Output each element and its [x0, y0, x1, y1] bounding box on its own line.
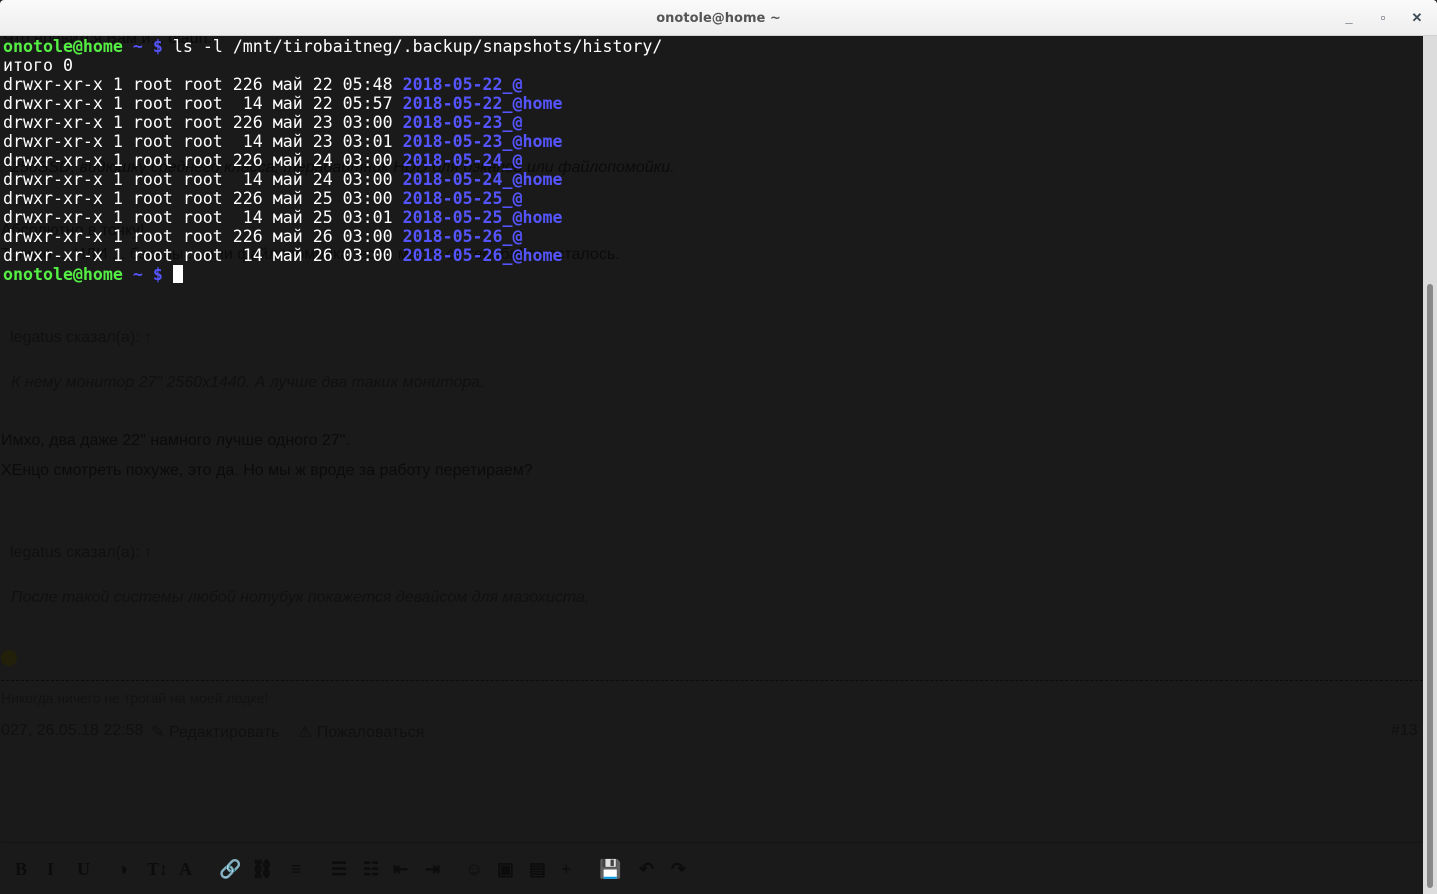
listing-meta: drwxr-xr-x 1 root root 226 май 23 03:00 [3, 113, 393, 132]
prompt-path: ~ $ [132, 37, 163, 56]
listing-row: drwxr-xr-x 1 root root 226 май 26 03:00 … [3, 227, 523, 246]
bg-reply-line: Имхо, два даже 22" намного лучше одного … [1, 432, 350, 449]
bg-quote-author: legatus сказал(а): ↑ [10, 544, 153, 561]
terminal-output: onotole@home ~ $ ls -l /mnt/tirobaitneg/… [3, 37, 662, 284]
directory-name: 2018-05-22_@home [402, 94, 563, 113]
listing-meta: drwxr-xr-x 1 root root 226 май 22 05:48 [3, 75, 393, 94]
editor-toolbar-icon: ▣ [497, 859, 515, 879]
window-title: onotole@home ~ [656, 11, 781, 26]
bg-edit-link: ✎ Редактировать [151, 724, 280, 741]
listing-row: drwxr-xr-x 1 root root 226 май 24 03:00 … [3, 151, 523, 170]
directory-name: 2018-05-25_@home [402, 208, 563, 227]
editor-toolbar-icon: 💾 [599, 859, 622, 879]
listing-meta: drwxr-xr-x 1 root root 14 май 26 03:00 [3, 246, 393, 265]
listing-row: drwxr-xr-x 1 root root 226 май 22 05:48 … [3, 75, 523, 94]
prompt-path: ~ $ [132, 265, 163, 284]
total-line: итого 0 [3, 56, 73, 75]
editor-toolbar-icon: ↷ [671, 859, 687, 879]
editor-toolbar-icon: B [15, 859, 28, 879]
bg-reply-line: ХЕнцо смотреть похуже, это да. Но мы ж в… [1, 462, 533, 479]
prompt-user: onotole@home [3, 265, 123, 284]
signature-divider [1, 680, 1423, 681]
directory-name: 2018-05-25_@ [402, 189, 523, 208]
editor-toolbar-icon: 🔗 [219, 859, 242, 879]
editor-toolbar-icon: ↶ [639, 859, 655, 879]
listing-meta: drwxr-xr-x 1 root root 226 май 24 03:00 [3, 151, 393, 170]
listing-row: drwxr-xr-x 1 root root 14 май 24 03:00 2… [3, 170, 562, 189]
listing-meta: drwxr-xr-x 1 root root 226 май 25 03:00 [3, 189, 393, 208]
editor-toolbar-icon: ▤ [529, 859, 547, 879]
bg-quote-text: К нему монитор 27" 2560x1440. А лучше дв… [11, 374, 485, 391]
editor-toolbar-icon: ⛓ [251, 859, 274, 879]
listing-meta: drwxr-xr-x 1 root root 14 май 25 03:01 [3, 208, 393, 227]
directory-name: 2018-05-24_@ [402, 151, 523, 170]
directory-name: 2018-05-23_@ [402, 113, 523, 132]
listing-row: drwxr-xr-x 1 root root 226 май 23 03:00 … [3, 113, 523, 132]
scrollbar-thumb[interactable] [1427, 284, 1433, 888]
bg-editor-toolbar: B I U ◑ T↕ A 🔗 ⛓ ≡ ☰ ☷ ⇤ ⇥ ☺ ▣ ▤ + 💾 ↶ ↷ [1, 842, 1423, 894]
edit-label: Редактировать [168, 724, 280, 741]
maximize-icon[interactable]: ▫ [1374, 9, 1392, 27]
listing-row: drwxr-xr-x 1 root root 14 май 26 03:00 2… [3, 246, 562, 265]
terminal-cursor [172, 265, 183, 283]
editor-toolbar-icon: ☺ [465, 859, 484, 879]
report-label: Пожаловаться [316, 724, 425, 741]
bg-quote-text: После такой системы любой нотубук покаже… [11, 589, 590, 606]
minimize-icon[interactable]: _ [1340, 9, 1358, 27]
editor-toolbar-icon: U [77, 859, 90, 879]
prompt-user: onotole@home [3, 37, 123, 56]
prompt-line: onotole@home ~ $ ls -l /mnt/tirobaitneg/… [3, 37, 662, 56]
bg-report-link: ⚠ Пожаловаться [298, 724, 425, 741]
listing-row: drwxr-xr-x 1 root root 14 май 25 03:01 2… [3, 208, 562, 227]
terminal-area[interactable]: Что нравится Вам и... olaun. 256SSD, вид… [1, 36, 1423, 894]
directory-name: 2018-05-23_@home [402, 132, 563, 151]
listing-row: drwxr-xr-x 1 root root 14 май 23 03:01 2… [3, 132, 562, 151]
editor-toolbar-icon: ⇥ [425, 859, 441, 879]
prompt-line: onotole@home ~ $ [3, 265, 183, 284]
scrollbar[interactable] [1423, 36, 1437, 894]
editor-toolbar-icon: ⇤ [393, 859, 409, 879]
directory-name: 2018-05-26_@ [402, 227, 523, 246]
listing-meta: drwxr-xr-x 1 root root 14 май 24 03:00 [3, 170, 393, 189]
bg-quote-author: legatus сказал(а): ↑ [10, 329, 153, 346]
listing-row: drwxr-xr-x 1 root root 226 май 25 03:00 … [3, 189, 523, 208]
listing-row: drwxr-xr-x 1 root root 14 май 22 05:57 2… [3, 94, 562, 113]
editor-toolbar-icon: ≡ [291, 859, 302, 879]
bg-post-number: #13 [1391, 722, 1418, 739]
editor-toolbar-icon: ☰ [331, 859, 348, 879]
editor-toolbar-icon: ☷ [363, 859, 380, 879]
editor-toolbar-icon: + [561, 859, 572, 879]
listing-meta: drwxr-xr-x 1 root root 226 май 26 03:00 [3, 227, 393, 246]
bg-signature: Никогда ничего не трогай на моей лодке! [1, 690, 269, 706]
directory-name: 2018-05-26_@home [402, 246, 563, 265]
close-icon[interactable]: ✕ [1408, 9, 1426, 27]
bg-post-meta: 027, 26.05.18 22:58 [1, 722, 144, 739]
listing-meta: drwxr-xr-x 1 root root 14 май 23 03:01 [3, 132, 393, 151]
listing-meta: drwxr-xr-x 1 root root 14 май 22 05:57 [3, 94, 393, 113]
directory-name: 2018-05-24_@home [402, 170, 563, 189]
editor-toolbar-icon: T↕ [147, 859, 169, 879]
smiley-icon [1, 650, 17, 666]
command-text: ls -l /mnt/tirobaitneg/.backup/snapshots… [172, 37, 663, 56]
window-titlebar[interactable]: onotole@home ~ _ ▫ ✕ [0, 0, 1437, 36]
editor-toolbar-icon: A [179, 859, 192, 879]
editor-toolbar-icon: ◑ [117, 859, 128, 879]
editor-toolbar-icon: I [47, 859, 55, 879]
directory-name: 2018-05-22_@ [402, 75, 523, 94]
